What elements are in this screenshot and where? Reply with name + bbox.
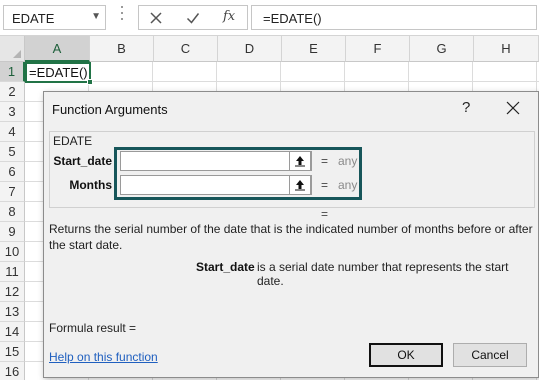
- column-header-g[interactable]: G: [410, 36, 474, 62]
- confirm-entry-icon[interactable]: [186, 11, 200, 25]
- row-header-16[interactable]: 16: [0, 362, 25, 380]
- row-header-7[interactable]: 7: [0, 182, 25, 202]
- select-all-button[interactable]: [0, 36, 25, 62]
- row-header-10[interactable]: 10: [0, 242, 25, 262]
- name-box-value: EDATE: [12, 11, 55, 26]
- formula-buttons: fx: [138, 5, 248, 30]
- formula-bar: EDATE ▼ fx =EDATE(): [0, 0, 539, 36]
- row-header-8[interactable]: 8: [0, 202, 25, 222]
- row-header-14[interactable]: 14: [0, 322, 25, 342]
- arguments-highlight-box: [114, 147, 362, 200]
- function-result-equals: =: [321, 207, 329, 221]
- row-header-2[interactable]: 2: [0, 82, 25, 102]
- function-name-label: EDATE: [52, 134, 94, 148]
- column-header-e[interactable]: E: [282, 36, 346, 62]
- help-icon[interactable]: ?: [462, 99, 470, 116]
- cancel-button[interactable]: Cancel: [453, 343, 527, 367]
- active-cell-value: =EDATE(): [29, 65, 88, 80]
- column-header-b[interactable]: B: [90, 36, 154, 62]
- column-header-a[interactable]: A: [25, 36, 90, 62]
- column-header-f[interactable]: F: [346, 36, 410, 62]
- formula-bar-grip[interactable]: [121, 6, 123, 28]
- cancel-entry-icon[interactable]: [149, 11, 163, 25]
- formula-result-label: Formula result =: [49, 321, 137, 335]
- row-header-4[interactable]: 4: [0, 122, 25, 142]
- row-header-5[interactable]: 5: [0, 142, 25, 162]
- fill-handle[interactable]: [87, 79, 93, 85]
- row-header-11[interactable]: 11: [0, 262, 25, 282]
- column-header-d[interactable]: D: [218, 36, 282, 62]
- function-description: Returns the serial number of the date th…: [49, 222, 533, 252]
- row-header-15[interactable]: 15: [0, 342, 25, 362]
- help-on-function-link[interactable]: Help on this function: [49, 350, 158, 364]
- formula-input[interactable]: =EDATE(): [251, 5, 537, 30]
- name-box[interactable]: EDATE ▼: [3, 5, 106, 30]
- column-header-c[interactable]: C: [154, 36, 218, 62]
- ok-button[interactable]: OK: [369, 343, 443, 367]
- argument-help-name: Start_date: [196, 260, 255, 274]
- dialog-title: Function Arguments: [52, 102, 168, 117]
- row-header-13[interactable]: 13: [0, 302, 25, 322]
- start-date-label: Start_date: [53, 154, 112, 168]
- row-header-6[interactable]: 6: [0, 162, 25, 182]
- months-label: Months: [69, 178, 112, 192]
- insert-function-icon[interactable]: fx: [223, 9, 235, 24]
- close-icon[interactable]: [506, 101, 520, 115]
- active-cell-a1[interactable]: =EDATE(): [25, 62, 93, 85]
- row-header-12[interactable]: 12: [0, 282, 25, 302]
- chevron-down-icon[interactable]: ▼: [91, 11, 101, 22]
- row-header-3[interactable]: 3: [0, 102, 25, 122]
- row-header-9[interactable]: 9: [0, 222, 25, 242]
- column-header-h[interactable]: H: [474, 36, 539, 62]
- argument-help-text: is a serial date number that represents …: [257, 260, 509, 288]
- formula-text: =EDATE(): [263, 11, 322, 26]
- row-header-1[interactable]: 1: [0, 62, 25, 82]
- function-arguments-dialog: Function Arguments ? EDATE Start_date = …: [43, 91, 539, 378]
